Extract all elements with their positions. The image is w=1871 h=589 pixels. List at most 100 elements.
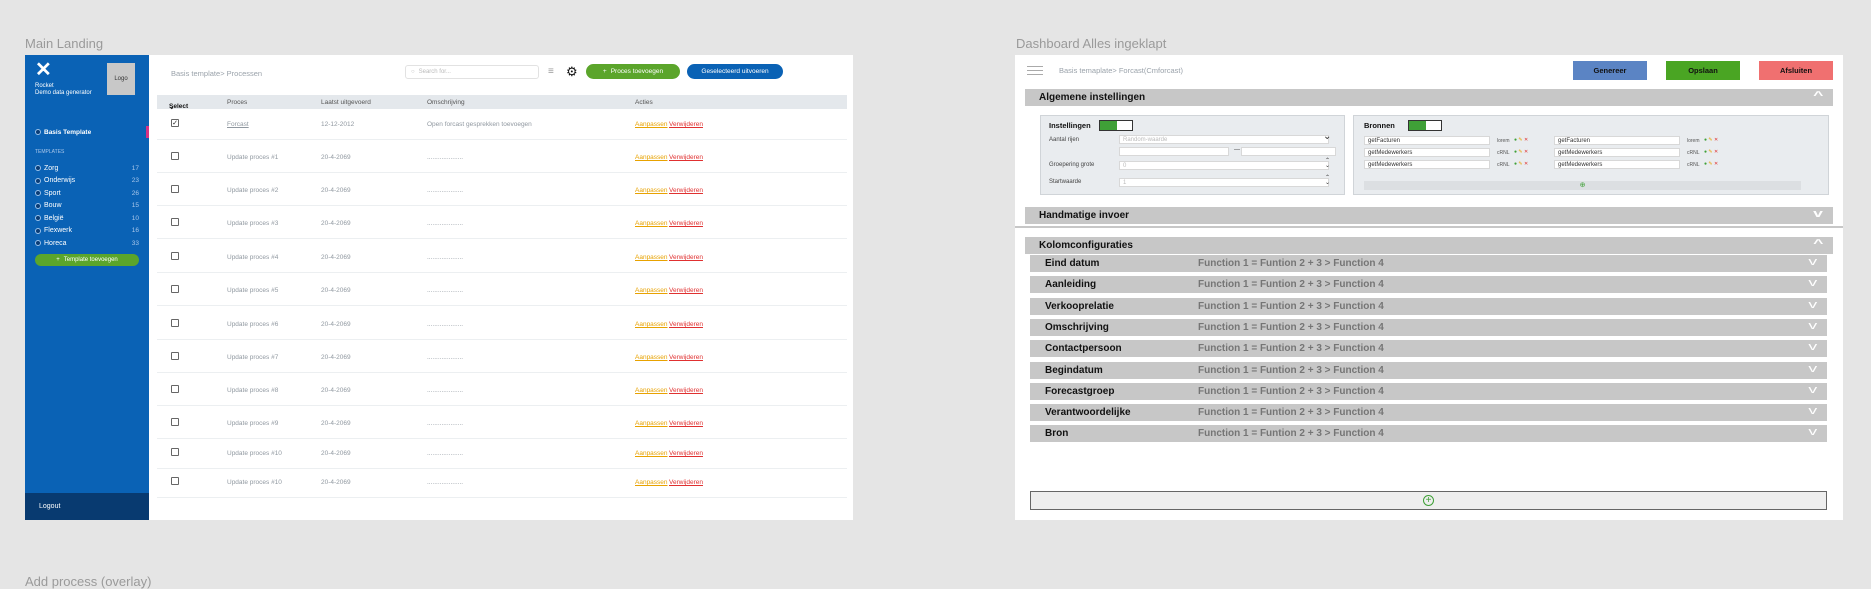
chevron-down-icon[interactable]: v <box>1808 426 1817 438</box>
row-checkbox[interactable] <box>171 418 179 426</box>
column-config-row[interactable]: Begindatum Function 1 = Funtion 2 + 3 > … <box>1030 361 1827 379</box>
rows-select[interactable]: Random-waarde <box>1119 135 1329 144</box>
row-checkbox[interactable] <box>171 185 179 193</box>
chevron-up-icon[interactable]: ^ <box>1813 238 1823 250</box>
sidebar-item-basis-template[interactable]: Basis Template <box>35 126 149 138</box>
source-actions[interactable]: ● ✎ ✕ <box>1514 149 1528 155</box>
source-name-field[interactable]: getMedewerkers <box>1364 148 1490 157</box>
add-process-button[interactable]: + Proces toevoegen <box>586 64 680 79</box>
column-config-row[interactable]: Bron Function 1 = Funtion 2 + 3 > Functi… <box>1030 425 1827 443</box>
logout-button[interactable]: Logout <box>25 493 149 520</box>
edit-icon[interactable]: ✎ <box>1518 161 1522 167</box>
eye-icon[interactable]: ● <box>1514 149 1517 155</box>
row-checkbox[interactable] <box>171 319 179 327</box>
source-name-field[interactable]: getMedewerkers <box>1554 160 1680 169</box>
column-config-row[interactable]: Omschrijving Function 1 = Funtion 2 + 3 … <box>1030 318 1827 336</box>
edit-icon[interactable]: ✎ <box>1708 161 1712 167</box>
delete-link[interactable]: Verwijderen <box>669 154 703 161</box>
process-name[interactable]: Forcast <box>227 121 249 128</box>
delete-link[interactable]: Verwijderen <box>669 254 703 261</box>
edit-link[interactable]: Aanpassen <box>635 354 668 361</box>
eye-icon[interactable]: ● <box>1704 161 1707 167</box>
eye-icon[interactable]: ● <box>1704 137 1707 143</box>
column-config-row[interactable]: Contactpersoon Function 1 = Funtion 2 + … <box>1030 340 1827 358</box>
edit-icon[interactable]: ✎ <box>1708 137 1712 143</box>
section-manual-input[interactable]: Handmatige invoer v <box>1025 207 1833 224</box>
row-checkbox[interactable] <box>171 448 179 456</box>
sidebar-item-template[interactable]: Zorg 17 <box>35 163 139 173</box>
eye-icon[interactable]: ● <box>1704 149 1707 155</box>
edit-link[interactable]: Aanpassen <box>635 254 668 261</box>
add-template-button[interactable]: + Template toevoegen <box>35 254 139 266</box>
delete-link[interactable]: Verwijderen <box>669 354 703 361</box>
chevron-down-icon[interactable]: v <box>1808 384 1817 396</box>
source-actions[interactable]: ● ✎ ✕ <box>1704 161 1718 167</box>
source-actions[interactable]: ● ✎ ✕ <box>1704 137 1718 143</box>
source-name-field[interactable]: getFacturen <box>1364 136 1490 145</box>
sources-toggle[interactable] <box>1408 120 1442 131</box>
edit-link[interactable]: Aanpassen <box>635 287 668 294</box>
sidebar-item-template[interactable]: België 10 <box>35 213 139 223</box>
edit-link[interactable]: Aanpassen <box>635 387 668 394</box>
trash-icon[interactable]: ✕ <box>1524 161 1528 167</box>
edit-link[interactable]: Aanpassen <box>635 154 668 161</box>
search-input[interactable]: ○ Search for... <box>405 65 539 79</box>
chevron-down-icon[interactable]: v <box>1808 405 1817 417</box>
chevron-down-icon[interactable]: v <box>1808 299 1817 311</box>
edit-link[interactable]: Aanpassen <box>635 321 668 328</box>
execute-selected-button[interactable]: Geselecteerd uitvoeren <box>687 64 783 79</box>
start-value-input[interactable]: 1 <box>1119 178 1329 187</box>
sidebar-item-template[interactable]: Onderwijs 23 <box>35 176 139 186</box>
edit-icon[interactable]: ✎ <box>1708 149 1712 155</box>
trash-icon[interactable]: ✕ <box>1524 137 1528 143</box>
source-actions[interactable]: ● ✎ ✕ <box>1514 161 1528 167</box>
generate-button[interactable]: Genereer <box>1573 61 1647 80</box>
edit-link[interactable]: Aanpassen <box>635 121 668 128</box>
settings-toggle[interactable] <box>1099 120 1133 131</box>
delete-link[interactable]: Verwijderen <box>669 321 703 328</box>
delete-link[interactable]: Verwijderen <box>669 420 703 427</box>
edit-link[interactable]: Aanpassen <box>635 187 668 194</box>
chevron-down-icon[interactable]: v <box>1813 208 1823 220</box>
chevron-down-icon[interactable]: ⌄ <box>1323 131 1331 142</box>
sidebar-item-template[interactable]: Flexwerk 16 <box>35 226 139 236</box>
row-checkbox[interactable] <box>171 152 179 160</box>
add-column-button[interactable]: + <box>1030 491 1827 510</box>
row-checkbox[interactable] <box>171 385 179 393</box>
trash-icon[interactable]: ✕ <box>1524 149 1528 155</box>
row-checkbox[interactable]: ✓ <box>171 119 179 127</box>
edit-link[interactable]: Aanpassen <box>635 220 668 227</box>
add-source-button[interactable]: ⊕ <box>1364 181 1801 190</box>
source-actions[interactable]: ● ✎ ✕ <box>1514 137 1528 143</box>
sidebar-item-template[interactable]: Horeca 33 <box>35 238 139 248</box>
stepper-icon[interactable]: ⌃ ⌄ <box>1325 158 1330 169</box>
eye-icon[interactable]: ● <box>1514 161 1517 167</box>
source-name-field[interactable]: getMedewerkers <box>1554 148 1680 157</box>
eye-icon[interactable]: ● <box>1514 137 1517 143</box>
delete-link[interactable]: Verwijderen <box>669 479 703 486</box>
column-config-row[interactable]: Verkooprelatie Function 1 = Funtion 2 + … <box>1030 297 1827 315</box>
section-column-config[interactable]: Kolomconfiguraties ^ <box>1025 237 1833 254</box>
grouping-input[interactable]: 0 <box>1119 161 1329 170</box>
row-checkbox[interactable] <box>171 477 179 485</box>
chevron-down-icon[interactable]: v <box>1808 277 1817 289</box>
column-config-row[interactable]: Aanleiding Function 1 = Funtion 2 + 3 > … <box>1030 276 1827 294</box>
save-button[interactable]: Opslaan <box>1666 61 1740 80</box>
column-config-row[interactable]: Forecastgroep Function 1 = Funtion 2 + 3… <box>1030 382 1827 400</box>
edit-link[interactable]: Aanpassen <box>635 450 668 457</box>
source-name-field[interactable]: getMedewerkers <box>1364 160 1490 169</box>
edit-link[interactable]: Aanpassen <box>635 420 668 427</box>
section-general-settings[interactable]: Algemene instellingen ^ <box>1025 89 1833 106</box>
delete-link[interactable]: Verwijderen <box>669 187 703 194</box>
chevron-down-icon[interactable]: v <box>1808 256 1817 268</box>
delete-link[interactable]: Verwijderen <box>669 450 703 457</box>
trash-icon[interactable]: ✕ <box>1714 137 1718 143</box>
range-to-input[interactable] <box>1241 147 1336 156</box>
chevron-down-icon[interactable]: v <box>1808 341 1817 353</box>
close-button[interactable]: Afsluiten <box>1759 61 1833 80</box>
trash-icon[interactable]: ✕ <box>1714 161 1718 167</box>
filter-icon[interactable]: ≡ <box>548 66 554 77</box>
row-checkbox[interactable] <box>171 352 179 360</box>
edit-link[interactable]: Aanpassen <box>635 479 668 486</box>
delete-link[interactable]: Verwijderen <box>669 121 703 128</box>
